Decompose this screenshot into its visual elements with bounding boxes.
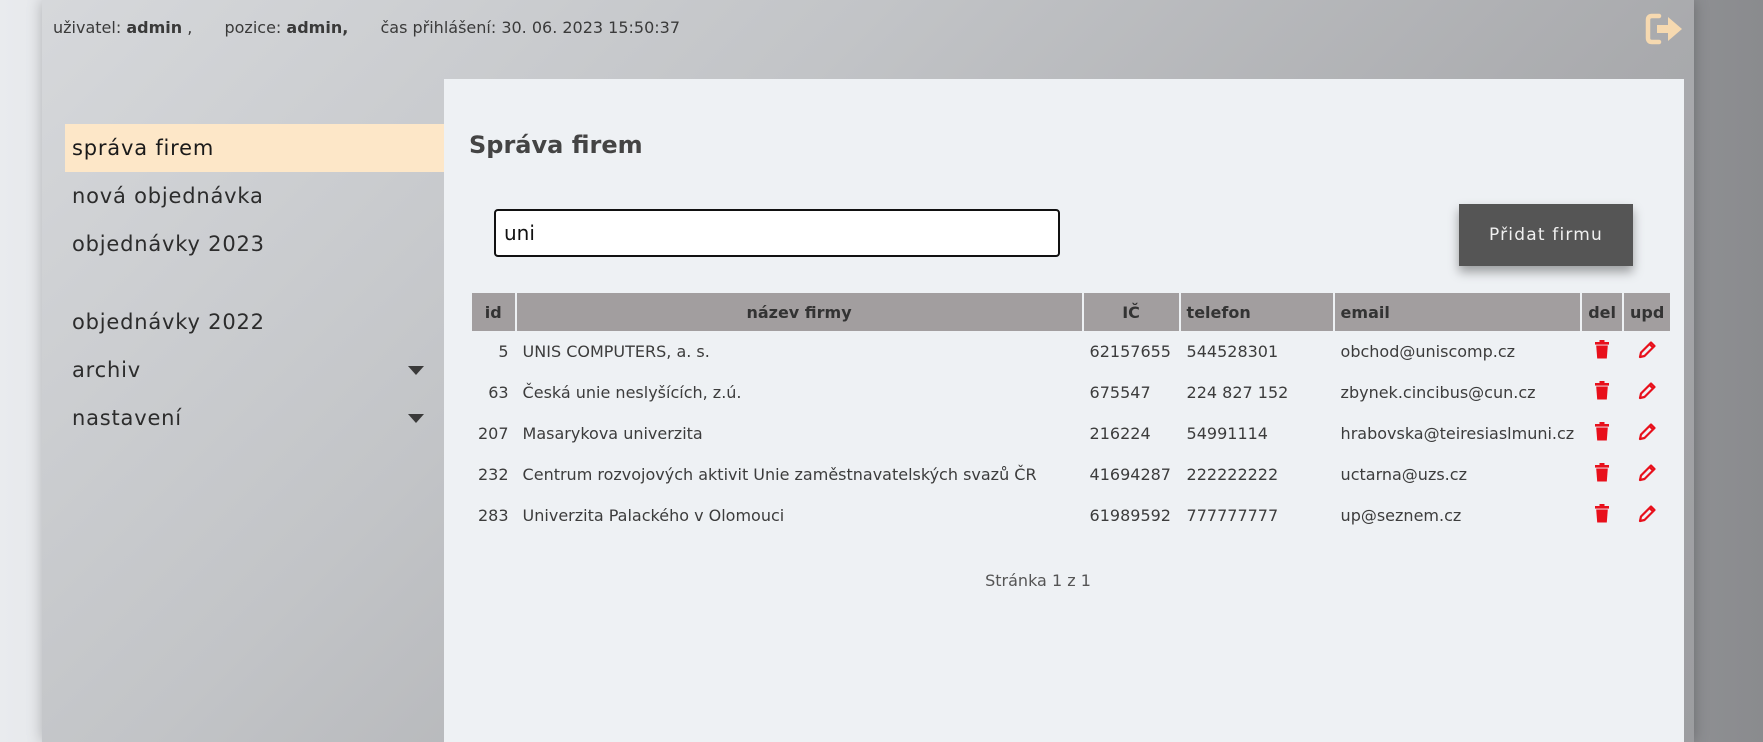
pagination-info: Stránka 1 z 1 <box>985 571 1091 590</box>
cell-id: 63 <box>488 383 509 402</box>
cell-name: Univerzita Palackého v Olomouci <box>522 506 785 525</box>
pencil-icon[interactable] <box>1638 381 1657 404</box>
user-label: uživatel: <box>53 18 122 37</box>
column-header-email[interactable]: email <box>1334 293 1581 331</box>
search-input[interactable] <box>494 209 1060 257</box>
cell-phone: 222222222 <box>1186 465 1279 484</box>
position-label: pozice: <box>224 18 282 37</box>
table-row: 63 Česká unie neslyšících, z.ú. 675547 224 … <box>472 372 1670 413</box>
login-time-label: čas přihlášení: <box>380 18 497 37</box>
cell-ic: 41694287 <box>1089 465 1171 484</box>
cell-ic: 62157655 <box>1089 342 1171 361</box>
user-value: admin <box>126 18 183 37</box>
column-header-phone[interactable]: telefon <box>1180 293 1333 331</box>
cell-phone: 224 827 152 <box>1186 383 1289 402</box>
position-value: admin, <box>286 18 349 37</box>
cell-phone: 777777777 <box>1186 506 1279 525</box>
sidebar-item-nova-objednavka[interactable]: nová objednávka <box>65 172 444 220</box>
caret-down-icon <box>408 414 424 423</box>
firms-table: id název firmy IČ telefon email del upd … <box>470 293 1672 536</box>
cell-upd <box>1624 495 1670 536</box>
cell-del <box>1582 454 1622 495</box>
session-info: uživatel: admin , pozice: admin, čas při… <box>53 18 680 42</box>
login-time-value: 30. 06. 2023 15:50:37 <box>501 18 681 37</box>
trash-icon[interactable] <box>1594 422 1610 445</box>
sidebar-item-objednavky-2022[interactable]: objednávky 2022 <box>65 298 444 346</box>
cell-ic: 61989592 <box>1089 506 1171 525</box>
add-firm-button[interactable]: Přidat firmu <box>1459 204 1633 266</box>
cell-id: 232 <box>478 465 509 484</box>
cell-id: 207 <box>478 424 509 443</box>
cell-upd <box>1624 331 1670 372</box>
column-header-upd: upd <box>1624 293 1671 331</box>
cell-phone: 54991114 <box>1186 424 1268 443</box>
cell-name: Masarykova univerzita <box>522 424 703 443</box>
cell-upd <box>1624 372 1670 413</box>
cell-upd <box>1624 413 1670 454</box>
logout-icon[interactable] <box>1645 12 1685 46</box>
main-panel: Správa firem Přidat firmu id název firmy… <box>444 79 1684 742</box>
pencil-icon[interactable] <box>1638 504 1657 527</box>
column-header-name[interactable]: název firmy <box>516 293 1082 331</box>
user-separator: , <box>187 18 193 37</box>
page-title: Správa firem <box>469 131 643 159</box>
pencil-icon[interactable] <box>1638 340 1657 363</box>
table-row: 5 UNIS COMPUTERS, a. s. 62157655 544528301 o… <box>472 331 1670 372</box>
sidebar-item-sprava-firem[interactable]: správa firem <box>65 124 444 172</box>
cell-del <box>1582 331 1622 372</box>
trash-icon[interactable] <box>1594 340 1610 363</box>
cell-name: Centrum rozvojových aktivit Unie zaměstn… <box>522 465 1037 484</box>
cell-email: obchod@uniscomp.cz <box>1340 342 1516 361</box>
sidebar-item-label: archiv <box>72 358 141 382</box>
pencil-icon[interactable] <box>1638 463 1657 486</box>
table-header-row: id název firmy IČ telefon email del upd <box>472 293 1671 331</box>
cell-upd <box>1624 454 1670 495</box>
cell-name: UNIS COMPUTERS, a. s. <box>522 342 710 361</box>
sidebar-menu: správa firem nová objednávka objednávky … <box>65 124 444 442</box>
table-row: 207 Masarykova univerzita 216224 54991114 hr… <box>472 413 1670 454</box>
trash-icon[interactable] <box>1594 381 1610 404</box>
table-row: 283 Univerzita Palackého v Olomouci 619895… <box>472 495 1670 536</box>
cell-ic: 675547 <box>1089 383 1151 402</box>
trash-icon[interactable] <box>1594 504 1610 527</box>
cell-del <box>1582 413 1622 454</box>
cell-name: Česká unie neslyšících, z.ú. <box>522 383 742 402</box>
sidebar-item-objednavky-2023[interactable]: objednávky 2023 <box>65 220 444 268</box>
sidebar-item-nastaveni[interactable]: nastavení <box>65 394 444 442</box>
sidebar-item-label: objednávky 2023 <box>72 232 265 256</box>
cell-id: 5 <box>498 342 509 361</box>
cell-email: zbynek.cincibus@cun.cz <box>1340 383 1536 402</box>
sidebar-item-label: správa firem <box>72 136 215 160</box>
sidebar-item-label: nastavení <box>72 406 182 430</box>
cell-phone: 544528301 <box>1186 342 1279 361</box>
sidebar-item-archiv[interactable]: archiv <box>65 346 444 394</box>
pencil-icon[interactable] <box>1638 422 1657 445</box>
table-row: 232 Centrum rozvojových aktivit Unie zamě… <box>472 454 1670 495</box>
column-header-id[interactable]: id <box>472 293 515 331</box>
column-header-ic[interactable]: IČ <box>1083 293 1179 331</box>
cell-del <box>1582 495 1622 536</box>
sidebar-item-label: objednávky 2022 <box>72 310 265 334</box>
cell-ic: 216224 <box>1089 424 1151 443</box>
cell-email: up@seznem.cz <box>1340 506 1462 525</box>
cell-email: hrabovska@teiresiaslmuni.cz <box>1340 424 1575 443</box>
cell-email: uctarna@uzs.cz <box>1340 465 1467 484</box>
caret-down-icon <box>408 366 424 375</box>
trash-icon[interactable] <box>1594 463 1610 486</box>
cell-del <box>1582 372 1622 413</box>
cell-id: 283 <box>478 506 509 525</box>
sidebar-item-label: nová objednávka <box>72 184 264 208</box>
column-header-del: del <box>1582 293 1622 331</box>
